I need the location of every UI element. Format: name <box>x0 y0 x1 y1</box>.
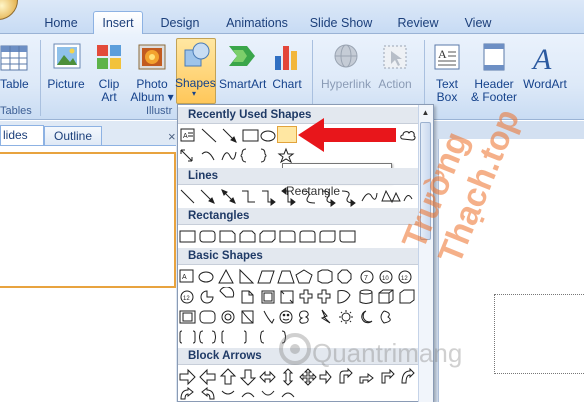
basic-shapes-row-1: A 7 10 12 <box>178 267 418 287</box>
svg-text:A: A <box>183 133 188 140</box>
tab-home[interactable]: Home <box>34 13 88 34</box>
red-pointer-arrow-icon <box>298 118 396 152</box>
group-label-tables: Tables <box>0 105 32 117</box>
slide-thumbnail[interactable] <box>0 152 176 288</box>
ribbon-tab-strip: Home Insert Design Animations Slide Show… <box>0 0 584 35</box>
group-separator <box>40 40 41 116</box>
text-box-icon: A <box>434 44 460 70</box>
wordart-icon: A <box>531 43 552 72</box>
cloud-shape-icon[interactable] <box>400 128 416 142</box>
clip-art-icon <box>97 45 121 69</box>
photo-album-label-line2: Album ▾ <box>130 90 174 104</box>
smartart-icon <box>229 46 255 66</box>
scrollbar-thumb[interactable] <box>420 122 431 240</box>
tab-design[interactable]: Design <box>152 13 208 34</box>
block-arrows-row-2 <box>178 387 418 402</box>
action-label: Action <box>378 77 412 91</box>
svg-text:A: A <box>531 43 552 72</box>
slide-placeholder[interactable] <box>494 294 584 374</box>
category-basic-shapes: Basic Shapes <box>178 248 418 265</box>
tab-view[interactable]: View <box>455 13 501 34</box>
svg-text:A: A <box>182 274 187 281</box>
picture-icon <box>53 43 81 69</box>
chart-icon <box>275 46 297 70</box>
group-label-illustrations: Illustr <box>146 105 173 117</box>
shapes-icon <box>184 42 210 67</box>
action-icon <box>383 45 407 69</box>
svg-text:A: A <box>438 47 447 61</box>
lines-row <box>178 187 418 207</box>
smartart-label: SmartArt <box>219 77 267 91</box>
tab-slide-show[interactable]: Slide Show <box>305 13 377 34</box>
svg-text:12: 12 <box>401 276 408 282</box>
shapes-label: Shapes <box>175 76 216 90</box>
shapes-dropdown-arrow-icon: ▾ <box>192 89 197 98</box>
scroll-up-icon[interactable]: ▲ <box>419 106 432 120</box>
basic-shapes-row-3 <box>178 307 418 327</box>
header-footer-icon <box>483 43 505 71</box>
basic-shapes-row-2: 12 <box>178 287 418 307</box>
watermark-logo-icon <box>279 333 311 365</box>
hyperlink-globe-icon <box>334 44 358 68</box>
category-rectangles: Rectangles <box>178 208 418 225</box>
svg-text:7: 7 <box>364 275 368 282</box>
office-button[interactable] <box>0 0 18 20</box>
tab-slides[interactable]: lides <box>0 125 44 145</box>
svg-text:12: 12 <box>183 296 190 302</box>
tab-outline[interactable]: Outline <box>44 126 102 145</box>
wordart-label: WordArt <box>523 77 567 91</box>
rectangles-row <box>178 227 418 247</box>
svg-text:10: 10 <box>382 276 389 282</box>
picture-label: Picture <box>47 77 85 91</box>
photo-album-icon <box>138 44 166 70</box>
chart-label: Chart <box>272 77 302 91</box>
clip-art-label-line2: Art <box>101 90 117 104</box>
hyperlink-label: Hyperlink <box>320 77 371 91</box>
rounded-rectangle-shape-highlight[interactable] <box>277 126 297 143</box>
header-footer-label-line2: & Footer <box>470 90 518 104</box>
tab-animations[interactable]: Animations <box>218 13 296 34</box>
shapes-button[interactable]: Shapes ▾ <box>175 38 216 104</box>
category-lines: Lines <box>178 168 418 185</box>
close-pane-icon[interactable]: × <box>168 129 176 144</box>
tab-review[interactable]: Review <box>390 13 446 34</box>
table-icon <box>0 45 28 71</box>
table-label: Table <box>0 77 29 91</box>
tab-insert[interactable]: Insert <box>93 11 143 35</box>
text-box-label-line2: Box <box>436 90 458 104</box>
block-arrows-row-1 <box>178 367 418 387</box>
